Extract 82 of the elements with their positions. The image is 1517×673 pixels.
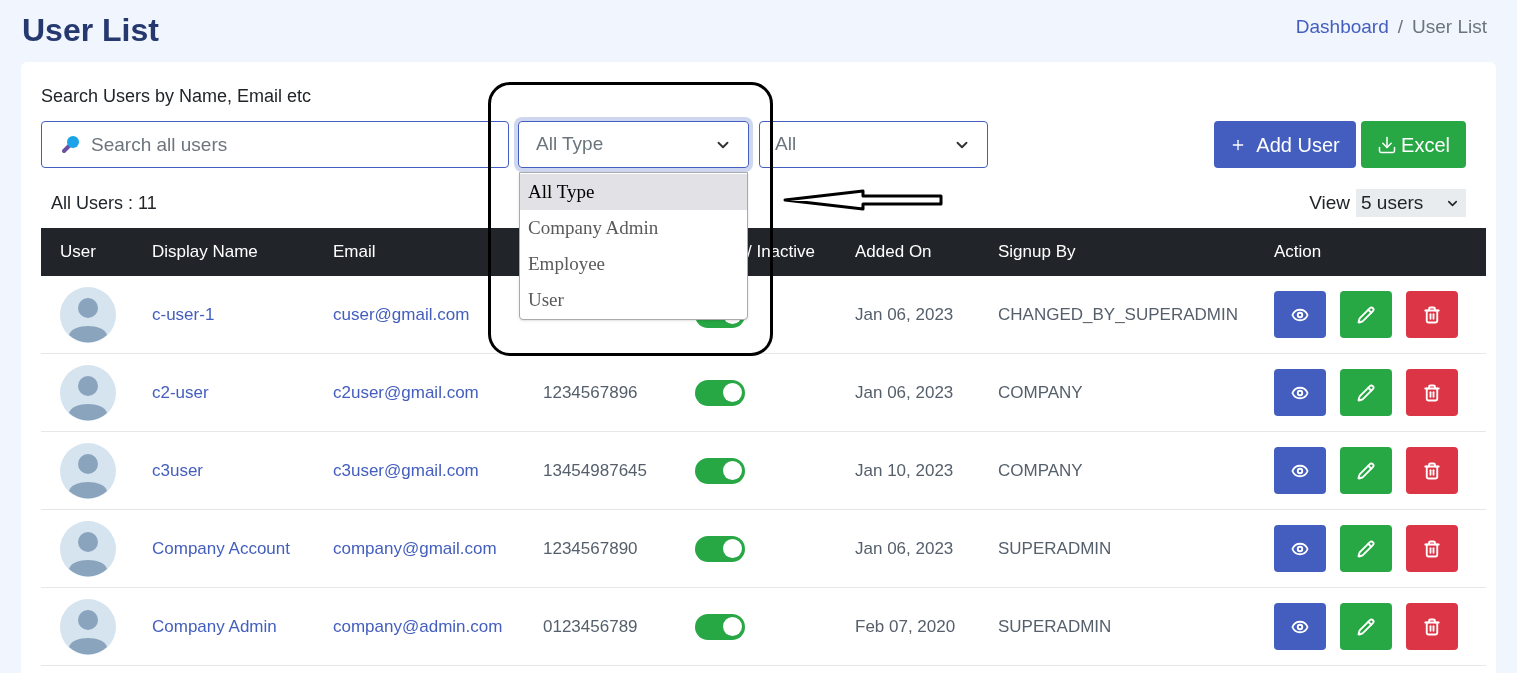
user-count: All Users : 11	[51, 191, 157, 215]
date-cell: Jan 06, 2023	[855, 304, 954, 324]
signup-cell: SUPERADMIN	[998, 616, 1112, 636]
view-button[interactable]	[1274, 447, 1326, 494]
status-toggle[interactable]	[695, 457, 745, 484]
breadcrumb-current: User List	[1412, 15, 1487, 39]
search-field[interactable]: Search all users	[41, 121, 509, 168]
view-button[interactable]	[1274, 291, 1326, 338]
dropdown-option[interactable]: Company Admin	[520, 210, 747, 246]
display-name-link[interactable]: Company Admin	[152, 616, 277, 636]
avatar-icon	[60, 364, 116, 421]
trash-icon	[1423, 461, 1441, 480]
search-label: Search Users by Name, Email etc	[41, 85, 313, 108]
email-link[interactable]: cuser@gmail.com	[333, 304, 470, 324]
column-header: Signup By	[998, 242, 1076, 262]
phone-cell: 1234567890	[543, 538, 638, 558]
breadcrumb-separator: /	[1397, 15, 1404, 39]
search-icon	[61, 134, 81, 154]
column-header: Display Name	[152, 242, 258, 262]
view-button[interactable]	[1274, 603, 1326, 650]
dropdown-option[interactable]: All Type	[520, 174, 747, 210]
date-cell: Jan 06, 2023	[855, 382, 954, 402]
trash-icon	[1423, 383, 1441, 402]
display-name-link[interactable]: c2-user	[152, 382, 209, 402]
email-link[interactable]: c2user@gmail.com	[333, 382, 479, 402]
status-toggle[interactable]	[695, 613, 745, 640]
delete-button[interactable]	[1406, 369, 1458, 416]
phone-cell: 1234567896	[543, 382, 638, 402]
signup-cell: SUPERADMIN	[998, 538, 1112, 558]
breadcrumb-link[interactable]: Dashboard	[1295, 13, 1389, 42]
pencil-icon	[1357, 539, 1375, 558]
delete-button[interactable]	[1406, 603, 1458, 650]
avatar-icon	[60, 286, 116, 343]
delete-button[interactable]	[1406, 525, 1458, 572]
edit-button[interactable]	[1340, 369, 1392, 416]
avatar-icon	[60, 598, 116, 655]
dropdown-option[interactable]: User	[520, 282, 747, 318]
dropdown-option[interactable]: Employee	[520, 246, 747, 282]
date-cell: Feb 07, 2020	[855, 616, 956, 636]
pencil-icon	[1357, 305, 1375, 324]
view-button[interactable]	[1274, 369, 1326, 416]
page-title: User List	[22, 11, 159, 50]
trash-icon	[1423, 539, 1441, 558]
phone-cell: 0123456789	[543, 616, 638, 636]
status-toggle[interactable]	[695, 535, 745, 562]
trash-icon	[1423, 305, 1441, 324]
column-header: Added On	[855, 242, 932, 262]
page-size-select[interactable]: 5 users	[1356, 189, 1466, 217]
avatar-icon	[60, 520, 116, 577]
column-header: Email	[333, 242, 376, 262]
display-name-link[interactable]: c-user-1	[152, 304, 215, 324]
email-link[interactable]: c3user@gmail.com	[333, 460, 479, 480]
edit-button[interactable]	[1340, 447, 1392, 494]
avatar-icon	[60, 442, 116, 499]
column-header: User	[60, 242, 96, 262]
date-cell: Jan 10, 2023	[855, 460, 954, 480]
excel-button[interactable]: Excel	[1361, 121, 1466, 168]
signup-cell: COMPANY	[998, 382, 1083, 402]
email-link[interactable]: company@gmail.com	[333, 538, 497, 558]
signup-cell: CHANGED_BY_SUPERADMIN	[998, 304, 1238, 324]
view-label: View	[1309, 190, 1350, 215]
delete-button[interactable]	[1406, 447, 1458, 494]
pencil-icon	[1357, 617, 1375, 636]
display-name-link[interactable]: Company Account	[152, 538, 290, 558]
pencil-icon	[1357, 383, 1375, 402]
status-select[interactable]: All	[759, 121, 988, 168]
status-toggle[interactable]	[695, 379, 745, 406]
pencil-icon	[1357, 461, 1375, 480]
signup-cell: COMPANY	[998, 460, 1083, 480]
download-icon	[1377, 134, 1398, 155]
date-cell: Jan 06, 2023	[855, 538, 954, 558]
edit-button[interactable]	[1340, 603, 1392, 650]
view-button[interactable]	[1274, 525, 1326, 572]
phone-cell: 13454987645	[543, 460, 647, 480]
display-name-link[interactable]: c3user	[152, 460, 204, 480]
delete-button[interactable]	[1406, 291, 1458, 338]
add-user-button[interactable]: Add User	[1214, 121, 1356, 168]
column-header: Action	[1274, 242, 1322, 262]
edit-button[interactable]	[1340, 525, 1392, 572]
trash-icon	[1423, 617, 1441, 636]
email-link[interactable]: company@admin.com	[333, 616, 503, 636]
edit-button[interactable]	[1340, 291, 1392, 338]
